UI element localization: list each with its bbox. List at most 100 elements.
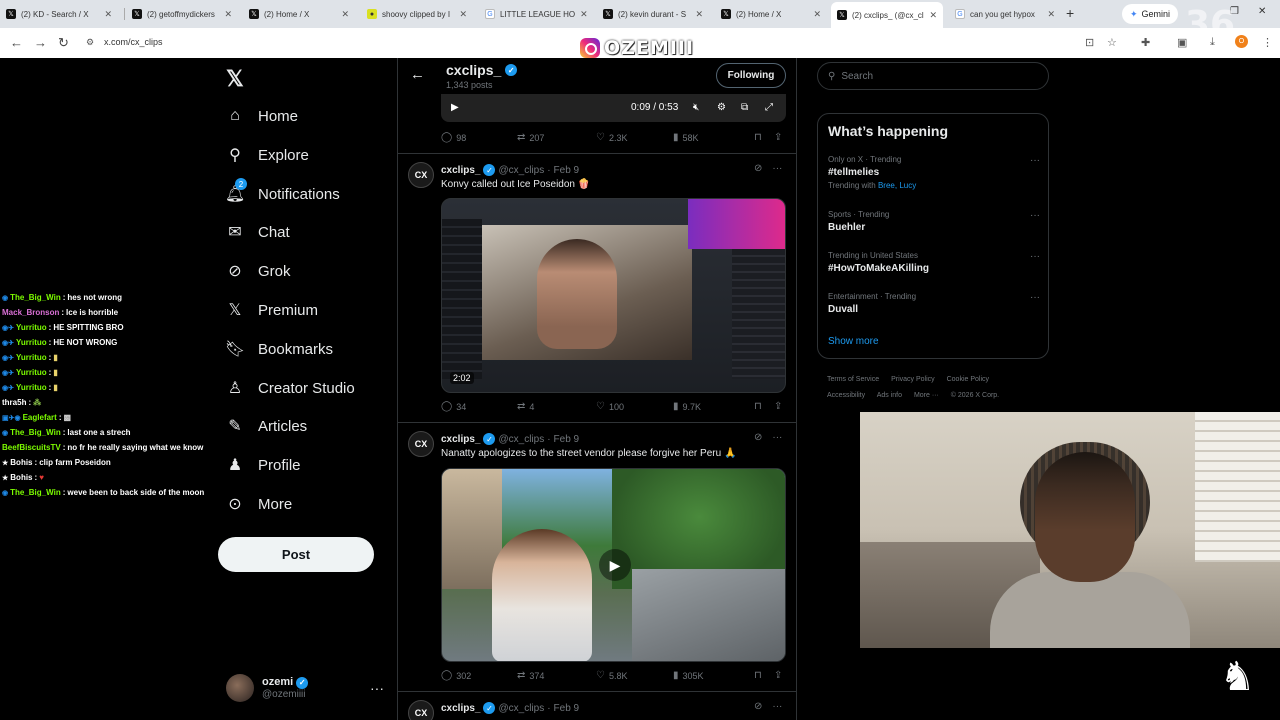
footer-link[interactable]: Accessibility [827,392,865,399]
nav-premium[interactable]: 𝕏 Premium [226,295,318,325]
avatar[interactable]: CX [408,431,434,457]
close-icon[interactable]: ✕ [1047,9,1055,20]
nav-profile[interactable]: ♟ Profile [226,450,301,480]
browser-tab[interactable]: 𝕏 (2) Home / X ✕ [243,4,355,24]
trend-item[interactable]: Entertainment · Trending Duvall ··· [828,292,1040,315]
nav-bookmarks[interactable]: 🔖︎ Bookmarks [225,334,333,364]
search-input[interactable]: ⚲ Search [817,62,1049,90]
like-button[interactable]: ♡ 100 [596,401,624,412]
new-tab-button[interactable]: + [1066,5,1074,21]
share-button[interactable]: ⇪ [774,132,782,143]
more-horizontal-icon[interactable]: ··· [1030,251,1040,262]
footer-link[interactable]: More ··· [914,392,939,399]
trend-item[interactable]: Only on X · Trending #tellmelies Trendin… [828,155,1040,190]
more-horizontal-icon[interactable]: ··· [1030,292,1040,303]
reply-button[interactable]: ◯ 34 [441,401,466,412]
gemini-button[interactable]: ✦ Gemini [1122,4,1179,24]
footer-link[interactable]: Ads info [877,392,902,399]
avatar[interactable]: CX [408,700,434,720]
close-icon[interactable]: ✕ [813,9,821,20]
tweet-video[interactable]: 2:02 [441,198,786,393]
browser-tab[interactable]: 𝕏 (2) Home / X ✕ [715,4,827,24]
repost-button[interactable]: ⇄ 4 [517,401,534,412]
bookmark-button[interactable]: ⊓ [754,132,762,143]
close-icon[interactable]: ✕ [580,9,588,20]
repost-button[interactable]: ⇄ 374 [517,670,544,681]
play-icon[interactable]: ▶ [599,549,631,581]
following-button[interactable]: Following [716,63,786,88]
nav-notifications[interactable]: 🔔︎ 2 Notifications [225,178,340,209]
browser-tab[interactable]: ● shoovy clipped by I ✕ [361,4,473,24]
bookmark-button[interactable]: ⊓ [754,670,762,681]
extensions-icon[interactable]: ✚ [1141,36,1150,49]
x-logo-icon[interactable]: 𝕏 [226,66,244,92]
video-player[interactable]: ▶ 0:09 / 0:53 🔇︎ ⚙ ⧉ ⤢ [441,94,786,122]
more-horizontal-icon[interactable]: ··· [772,163,782,174]
repost-button[interactable]: ⇄ 207 [517,132,544,143]
browser-tab[interactable]: 𝕏 (2) kevin durant - S ✕ [597,4,709,24]
tweet-video[interactable]: ▶ [441,468,786,662]
back-icon[interactable]: ← [10,35,23,50]
install-icon[interactable]: ⊡ [1085,36,1094,49]
close-icon[interactable]: ✕ [224,9,232,20]
close-icon[interactable]: ✕ [695,9,703,20]
pip-icon[interactable]: ⧉ [741,102,748,113]
nav-home[interactable]: ⌂ Home [226,101,298,131]
share-button[interactable]: ⇪ [774,670,782,681]
more-horizontal-icon[interactable]: ··· [1030,155,1040,166]
account-switcher[interactable]: ozemi ✓ @ozemiiii [226,674,309,702]
trend-item[interactable]: Sports · Trending Buehler ··· [828,210,1040,233]
browser-tab[interactable]: G can you get hypox ✕ [949,4,1061,24]
nav-more[interactable]: ⊙ More [226,489,292,519]
bookmark-button[interactable]: ⊓ [754,401,762,412]
trend-item[interactable]: Trending in United States #HowToMakeAKil… [828,251,1040,274]
mute-icon[interactable]: 🔇︎ [693,102,699,113]
avatar[interactable]: CX [408,162,434,188]
grok-icon[interactable]: ⊘ [754,701,762,712]
forward-icon[interactable]: → [34,35,47,50]
reply-button[interactable]: ◯ 98 [441,132,466,143]
views-button[interactable]: ▮ 58K [673,132,699,143]
grok-icon[interactable]: ⊘ [754,163,762,174]
site-info-icon[interactable]: ⚙ [86,37,94,48]
share-button[interactable]: ⇪ [774,401,782,412]
grok-icon[interactable]: ⊘ [754,432,762,443]
reply-button[interactable]: ◯ 302 [441,670,471,681]
browser-tab[interactable]: 𝕏 (2) getoffmydickers ✕ [126,4,238,24]
more-horizontal-icon[interactable]: ··· [772,701,782,712]
nav-explore[interactable]: ⚲ Explore [226,140,309,170]
browser-tab[interactable]: 𝕏 (2) KD - Search / X ✕ [0,4,118,24]
more-horizontal-icon[interactable]: ··· [1030,210,1040,221]
footer-link[interactable]: Privacy Policy [891,376,935,383]
footer-link[interactable]: Cookie Policy [947,376,989,383]
profile-timeline[interactable]: ← cxclips_ ✓ 1,343 posts Following ▶ 0:09… [397,58,797,720]
browser-profile-avatar[interactable]: O [1235,35,1248,48]
nav-articles[interactable]: ✎ Articles [226,411,307,441]
views-button[interactable]: ▮ 9.7K [673,401,701,412]
url-field[interactable]: x.com/cx_clips [104,37,163,47]
close-icon[interactable]: ✕ [929,10,937,21]
menu-icon[interactable]: ⋮ [1262,36,1273,49]
play-icon[interactable]: ▶ [451,102,459,113]
show-more-link[interactable]: Show more [828,336,879,347]
back-arrow-icon[interactable]: ← [410,66,425,83]
fullscreen-icon[interactable]: ⤢ [765,102,773,113]
settings-icon[interactable]: ⚙ [717,102,726,113]
views-button[interactable]: ▮ 305K [673,670,704,681]
browser-tab-active[interactable]: 𝕏 (2) cxclips_ (@cx_cl ✕ [831,2,943,28]
nav-creator-studio[interactable]: ♙ Creator Studio [226,373,355,403]
close-icon[interactable]: ✕ [104,9,112,20]
close-icon[interactable]: ✕ [459,9,467,20]
nav-chat[interactable]: ✉ Chat [226,217,289,247]
reload-icon[interactable]: ↻ [58,35,69,51]
bookmark-star-icon[interactable]: ☆ [1107,36,1117,49]
like-button[interactable]: ♡ 5.8K [596,670,627,681]
close-icon[interactable]: ✕ [341,9,349,20]
post-button[interactable]: Post [218,537,374,572]
more-horizontal-icon[interactable]: ··· [772,432,782,443]
browser-tab[interactable]: G LITTLE LEAGUE HO ✕ [479,4,591,24]
like-button[interactable]: ♡ 2.3K [596,132,627,143]
more-horizontal-icon[interactable]: ··· [370,680,384,696]
footer-link[interactable]: Terms of Service [827,376,879,383]
close-window-icon[interactable]: ✕ [1258,6,1266,17]
